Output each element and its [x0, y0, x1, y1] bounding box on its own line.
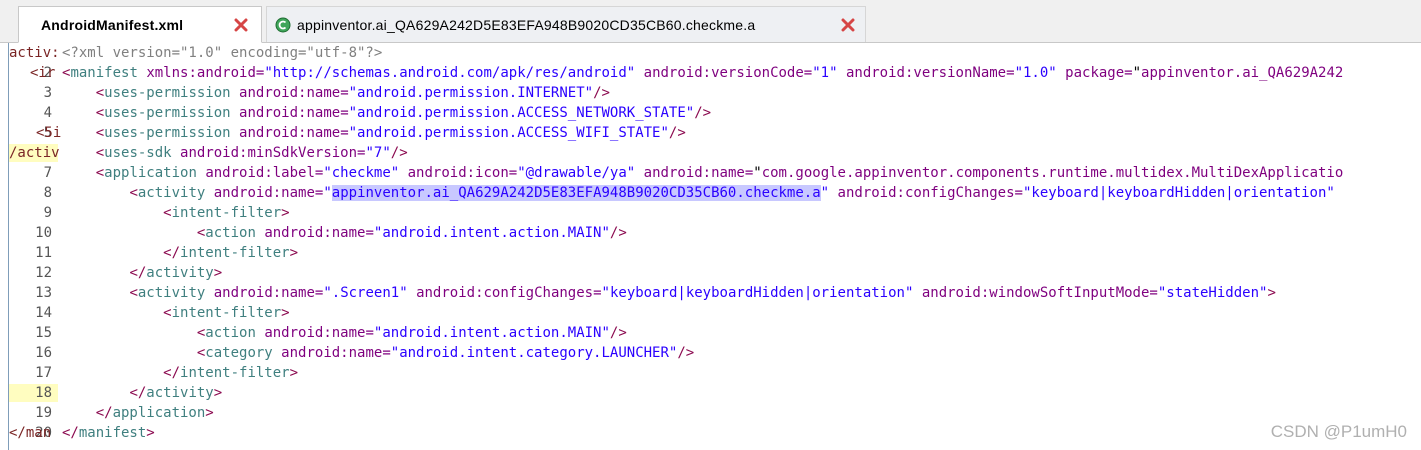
code-line[interactable]: <activity android:name=".Screen1" androi… — [62, 283, 1275, 303]
line-number: 16 — [35, 345, 52, 361]
gutter-fragment: </man — [9, 425, 52, 441]
line-number: 12 — [35, 265, 52, 281]
code-line[interactable]: <uses-permission android:name="android.p… — [62, 103, 711, 123]
code-line[interactable]: </activity> — [62, 383, 222, 403]
code-line[interactable]: <activity android:name="appinventor.ai_Q… — [62, 183, 1335, 203]
code-line[interactable]: <application android:label="checkme" and… — [62, 163, 1344, 183]
selected-text: appinventor.ai_QA629A242D5E83EFA948B9020… — [331, 185, 821, 201]
tab-label: AndroidManifest.xml — [41, 16, 184, 33]
code-line[interactable]: <intent-filter> — [62, 203, 289, 223]
gutter-fragment: /activ — [9, 145, 60, 161]
close-icon[interactable] — [234, 18, 248, 32]
tab-label: appinventor.ai_QA629A242D5E83EFA948B9020… — [297, 16, 756, 33]
tab-class-file[interactable]: appinventor.ai_QA629A242D5E83EFA948B9020… — [266, 6, 866, 42]
line-number: 14 — [35, 305, 52, 321]
gutter-fragment: activ: — [9, 45, 60, 61]
line-number: 3 — [43, 85, 52, 101]
code-line[interactable]: <action android:name="android.intent.act… — [62, 223, 627, 243]
tab-android-manifest[interactable]: AndroidManifest.xml — [18, 6, 262, 43]
code-line[interactable]: <action android:name="android.intent.act… — [62, 323, 627, 343]
line-number: 19 — [35, 405, 52, 421]
gutter-fragment: <ir — [30, 65, 56, 81]
code-line[interactable]: <uses-permission android:name="android.p… — [62, 83, 610, 103]
class-file-icon — [275, 17, 291, 32]
code-line[interactable]: </application> — [62, 403, 214, 423]
xml-editor[interactable]: activ: <?xml version="1.0" encoding="utf-… — [0, 43, 1421, 450]
line-number: 7 — [43, 165, 52, 181]
line-number: 10 — [35, 225, 52, 241]
code-line[interactable]: </manifest> — [62, 423, 155, 443]
line-number: 11 — [35, 245, 52, 261]
code-line[interactable]: <category android:name="android.intent.c… — [62, 343, 694, 363]
code-line[interactable]: <uses-permission android:name="android.p… — [62, 123, 686, 143]
code-line[interactable]: </activity> — [62, 263, 222, 283]
code-line[interactable]: </intent-filter> — [62, 243, 298, 263]
watermark: CSDN @P1umH0 — [1270, 422, 1407, 441]
close-icon[interactable] — [841, 18, 855, 32]
code-line[interactable]: <intent-filter> — [62, 303, 289, 323]
line-number: 8 — [43, 185, 52, 201]
gutter-fragment: <5i — [36, 125, 62, 141]
line-number: 13 — [35, 285, 52, 301]
line-number: 15 — [35, 325, 52, 341]
line-number: 9 — [43, 205, 52, 221]
code-line[interactable]: <?xml version="1.0" encoding="utf-8"?> — [62, 43, 382, 63]
line-number: 4 — [43, 105, 52, 121]
code-line[interactable]: </intent-filter> — [62, 363, 298, 383]
code-line[interactable]: <manifest xmlns:android="http://schemas.… — [62, 63, 1343, 83]
code-line[interactable]: <uses-sdk android:minSdkVersion="7"/> — [62, 143, 408, 163]
editor-tab-bar: AndroidManifest.xml appinventor.ai_QA629… — [0, 0, 1421, 43]
line-number: 18 — [35, 385, 52, 401]
line-number: 17 — [35, 365, 52, 381]
